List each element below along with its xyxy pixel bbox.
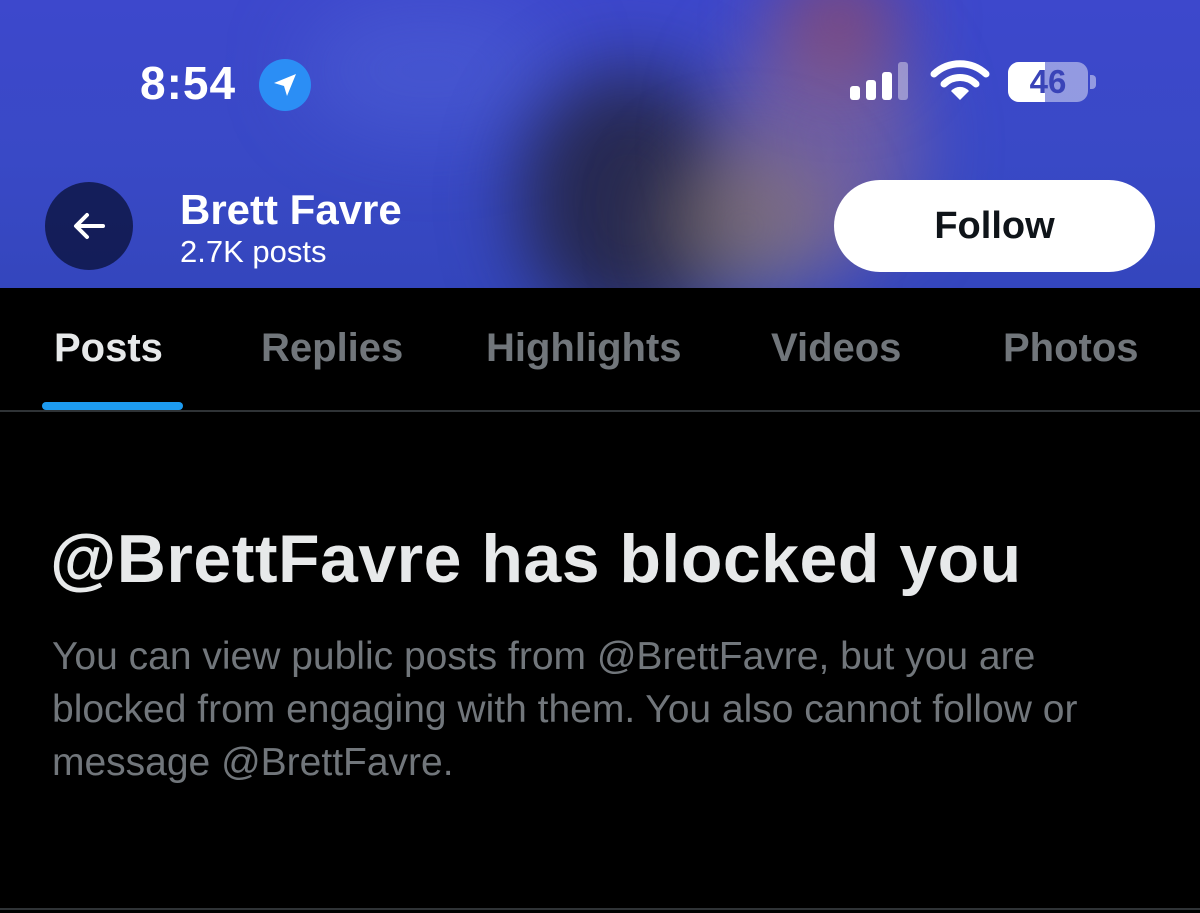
tab-posts[interactable]: Posts: [54, 326, 163, 371]
status-time: 8:54: [140, 57, 237, 109]
tab-highlights[interactable]: Highlights: [486, 326, 682, 371]
profile-tabs: Posts Replies Highlights Videos Photos: [0, 288, 1200, 412]
posts-count: 2.7K posts: [180, 234, 327, 269]
profile-screen: 8:54 46 Brett Favre 2.7K posts Follow Po…: [0, 0, 1200, 913]
wifi-icon: [930, 60, 990, 107]
divider: [0, 908, 1200, 910]
location-arrow-icon: [259, 59, 311, 111]
tab-videos[interactable]: Videos: [771, 326, 901, 371]
blocked-title: @BrettFavre has blocked you: [50, 521, 1022, 597]
battery-cap: [1090, 75, 1096, 89]
back-button[interactable]: [45, 182, 133, 270]
profile-name: Brett Favre: [180, 186, 402, 233]
cellular-signal-icon: [850, 62, 912, 100]
battery-icon: 46: [1008, 62, 1088, 102]
arrow-left-icon: [74, 213, 105, 239]
tab-replies[interactable]: Replies: [261, 326, 403, 371]
active-tab-indicator: [42, 402, 183, 410]
battery-level: 46: [1029, 63, 1067, 100]
tab-photos[interactable]: Photos: [1003, 326, 1139, 371]
blocked-description: You can view public posts from @BrettFav…: [52, 635, 1078, 784]
follow-button[interactable]: Follow: [834, 180, 1155, 272]
